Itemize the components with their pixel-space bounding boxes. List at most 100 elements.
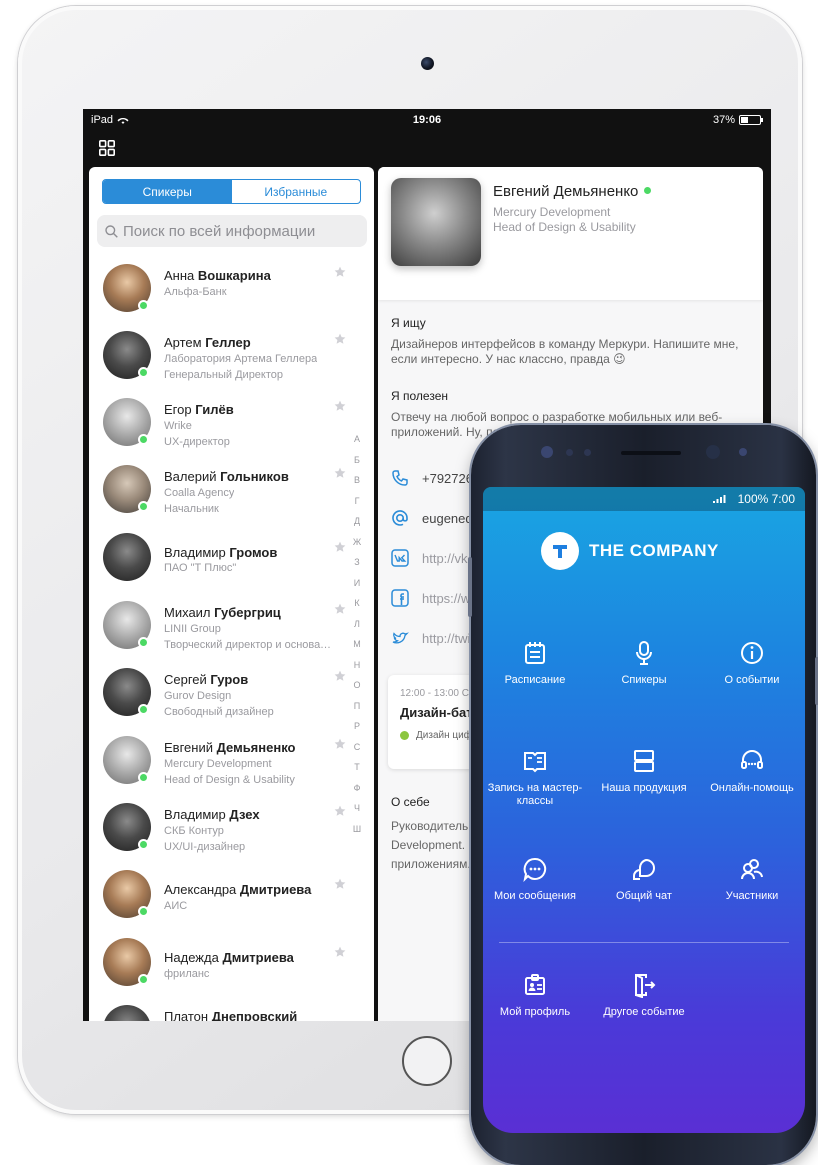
list-item[interactable]: Валерий Гольников Coalla Agency Начальни…: [89, 465, 374, 525]
segmented-control: Спикеры Избранные: [102, 179, 361, 204]
phone-status-bar: 100% 7:00: [483, 487, 805, 511]
menu-my-messages[interactable]: Мои сообщения: [485, 856, 585, 903]
menu-my-profile[interactable]: Мой профиль: [485, 972, 585, 1019]
star-icon[interactable]: [334, 603, 346, 615]
list-item[interactable]: Сергей Гуров Gurov Design Свободный диза…: [89, 668, 374, 728]
star-icon[interactable]: [334, 670, 346, 682]
at-icon: [392, 510, 408, 526]
online-indicator: [138, 906, 149, 917]
info-icon: [741, 642, 763, 664]
person-name: Владимир Дзех: [164, 807, 260, 822]
menu-products[interactable]: Наша продукция: [594, 748, 694, 795]
people-icon: [741, 859, 763, 880]
list-item[interactable]: Надежда Дмитриева фриланс: [89, 938, 374, 998]
tab-speakers[interactable]: Спикеры: [103, 180, 232, 203]
star-icon[interactable]: [334, 738, 346, 750]
facebook-link[interactable]: https://ww: [391, 587, 480, 609]
person-name: Владимир Громов: [164, 545, 278, 560]
list-item[interactable]: Анна Вошкарина Альфа-Банк: [89, 264, 374, 324]
list-item[interactable]: Владимир Громов ПАО "Т Плюс": [89, 533, 374, 593]
online-indicator: [644, 187, 652, 194]
speaker-list-panel: Спикеры Избранные Поиск по всей информац…: [89, 167, 374, 1021]
list-item[interactable]: Михаил Губергриц LINII Group Творческий …: [89, 601, 374, 661]
vk-link[interactable]: http://vk.c: [391, 547, 478, 569]
person-name: Евгений Демьяненко: [164, 740, 296, 755]
search-placeholder: Поиск по всей информации: [123, 222, 316, 240]
search-icon: [105, 224, 118, 238]
person-company: ПАО "Т Плюс": [164, 562, 237, 574]
grid-menu-icon[interactable]: [99, 140, 115, 156]
online-indicator: [138, 434, 149, 445]
star-icon[interactable]: [334, 266, 346, 278]
profile-name: Евгений Демьяненко: [493, 183, 652, 200]
brand-name: THE COMPANY: [589, 541, 719, 560]
person-role: UX/UI-дизайнер: [164, 841, 246, 853]
person-role: Head of Design & Usability: [164, 774, 295, 786]
menu-divider: [499, 942, 789, 943]
signal-icon: [713, 495, 726, 503]
product-icon: [634, 750, 654, 772]
online-indicator: [138, 367, 149, 378]
profile-photo: [391, 178, 481, 266]
list-item[interactable]: Артем Геллер Лаборатория Артема Геллера …: [89, 331, 374, 391]
star-icon[interactable]: [334, 805, 346, 817]
online-indicator: [138, 501, 149, 512]
phone-screen: 100% 7:00 THE COMPANY Расписание Спикеры…: [483, 487, 805, 1133]
exit-icon: [635, 974, 656, 998]
profile-icon: [525, 974, 545, 995]
online-indicator: [138, 974, 149, 985]
list-item[interactable]: Платон Днепровский: [89, 1005, 374, 1021]
vk-icon: [391, 549, 409, 567]
tag-dot: [400, 731, 409, 740]
person-company: СКБ Контур: [164, 825, 224, 837]
menu-participants[interactable]: Участники: [702, 856, 802, 903]
logo-icon: [541, 532, 579, 570]
twitter-icon: [392, 632, 409, 644]
useful-title: Я полезен: [391, 389, 448, 403]
microphone-icon: [636, 641, 652, 665]
menu-about-event[interactable]: О событии: [702, 640, 802, 687]
person-company: LINII Group: [164, 623, 221, 635]
search-input[interactable]: Поиск по всей информации: [97, 215, 367, 247]
calendar-icon: [525, 642, 545, 664]
star-icon[interactable]: [334, 946, 346, 958]
tab-favorites[interactable]: Избранные: [232, 180, 361, 203]
menu-other-event[interactable]: Другое событие: [594, 972, 694, 1019]
menu-general-chat[interactable]: Общий чат: [594, 856, 694, 903]
menu-speakers[interactable]: Спикеры: [594, 640, 694, 687]
profile-company: Mercury Development: [493, 205, 611, 219]
star-icon[interactable]: [334, 878, 346, 890]
person-role: UX-директор: [164, 436, 230, 448]
android-phone: 100% 7:00 THE COMPANY Расписание Спикеры…: [468, 425, 818, 1165]
twitter-link[interactable]: http://twit: [391, 627, 474, 649]
list-item[interactable]: Егор Гилёв Wrike UX-директор: [89, 398, 374, 458]
star-icon[interactable]: [334, 400, 346, 412]
list-item[interactable]: Александра Дмитриева АИС: [89, 870, 374, 930]
person-name: Александра Дмитриева: [164, 882, 312, 897]
online-indicator: [138, 637, 149, 648]
person-name: Егор Гилёв: [164, 402, 234, 417]
person-company: Gurov Design: [164, 690, 232, 702]
star-icon[interactable]: [334, 541, 346, 553]
list-item[interactable]: Владимир Дзех СКБ Контур UX/UI-дизайнер: [89, 803, 374, 863]
star-icon[interactable]: [334, 467, 346, 479]
camera-icon: [421, 57, 434, 70]
menu-masterclass-signup[interactable]: Запись на мастер-классы: [485, 748, 585, 808]
battery-icon: [739, 115, 763, 125]
person-company: Wrike: [164, 420, 192, 432]
person-role: Творческий директор и основатель: [164, 639, 334, 651]
brand-logo: THE COMPANY: [541, 532, 719, 570]
person-name: Михаил Губергриц: [164, 605, 281, 620]
star-icon[interactable]: [334, 333, 346, 345]
alphabet-index[interactable]: АБВГДЖЗИКЛМНОПРСТФЧШ: [352, 429, 362, 839]
status-time: 19:06: [412, 114, 442, 126]
headset-icon: [741, 750, 763, 769]
menu-online-help[interactable]: Онлайн-помощь: [702, 748, 802, 795]
phone-icon: [392, 470, 408, 486]
menu-schedule[interactable]: Расписание: [485, 640, 585, 687]
person-name: Платон Днепровский: [164, 1009, 298, 1021]
facebook-icon: [391, 589, 409, 607]
home-button[interactable]: [402, 1036, 452, 1086]
online-indicator: [138, 772, 149, 783]
list-item[interactable]: Евгений Демьяненко Mercury Development H…: [89, 736, 374, 796]
